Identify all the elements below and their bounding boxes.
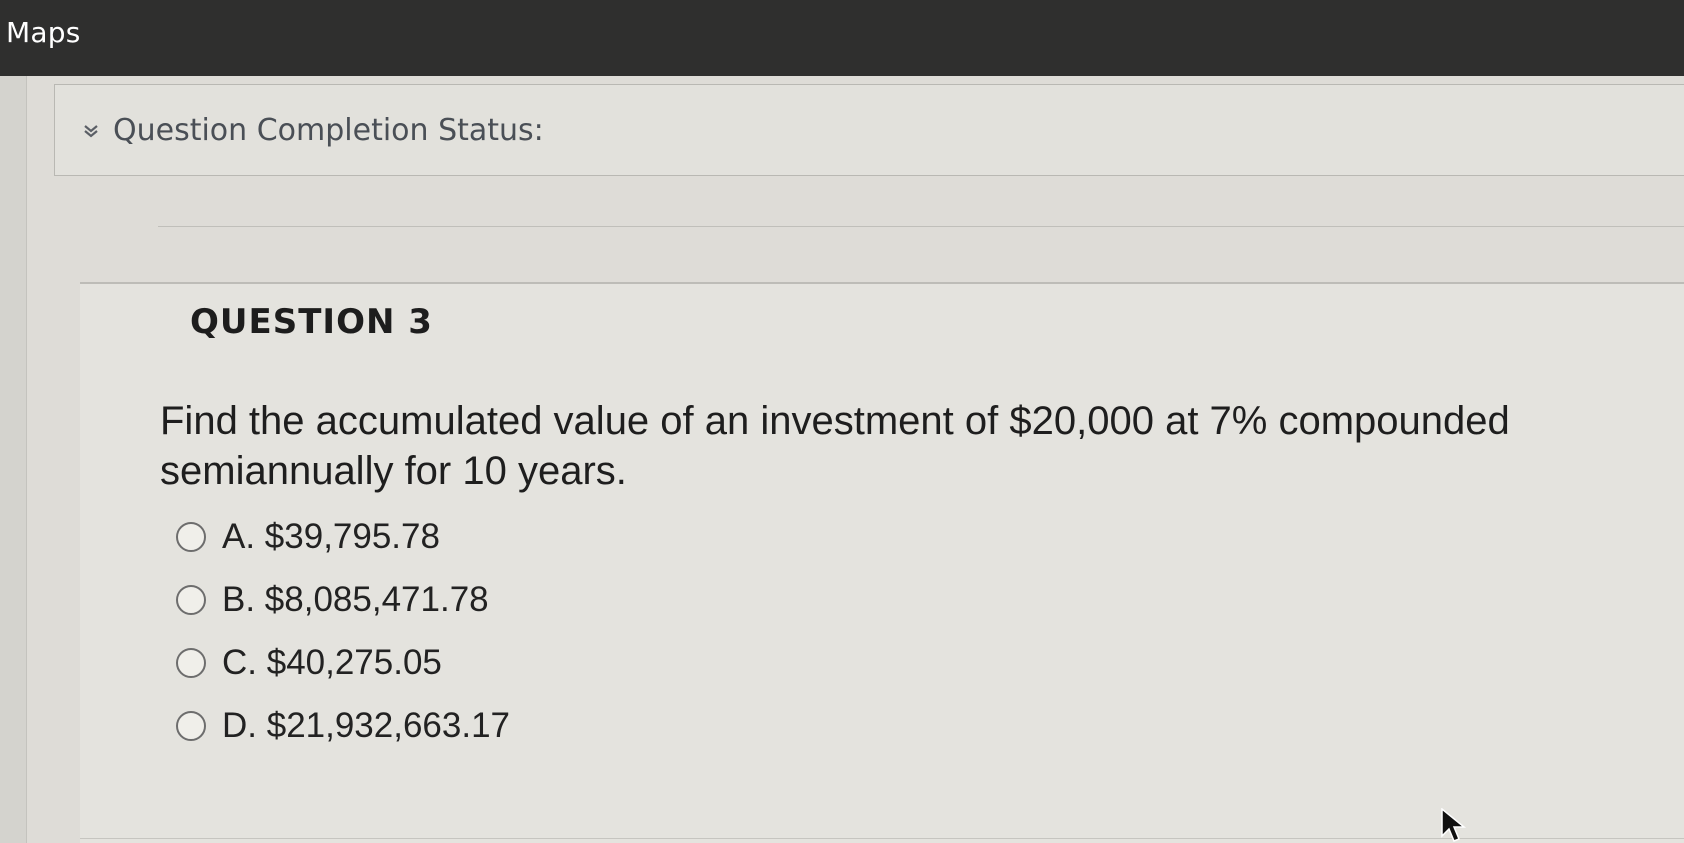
- double-chevron-down-icon: [84, 125, 98, 138]
- question-completion-status[interactable]: Question Completion Status:: [54, 84, 1684, 176]
- radio-button[interactable]: [176, 648, 206, 678]
- question-card: [80, 284, 1684, 843]
- radio-button[interactable]: [176, 711, 206, 741]
- answer-option-a[interactable]: A. $39,795.78: [176, 515, 440, 559]
- left-rail: [0, 76, 27, 843]
- option-label: A. $39,795.78: [222, 517, 440, 556]
- divider: [158, 226, 1684, 227]
- status-label: Question Completion Status:: [113, 113, 544, 148]
- window-title-bar: Maps: [0, 0, 1684, 76]
- radio-button[interactable]: [176, 585, 206, 615]
- answer-option-c[interactable]: C. $40,275.05: [176, 641, 442, 685]
- question-heading: QUESTION 3: [190, 302, 433, 342]
- answer-option-d[interactable]: D. $21,932,663.17: [176, 704, 510, 748]
- option-label: D. $21,932,663.17: [222, 706, 511, 745]
- answer-option-b[interactable]: B. $8,085,471.78: [176, 578, 489, 622]
- question-text: Find the accumulated value of an investm…: [160, 399, 1510, 493]
- option-label: C. $40,275.05: [222, 643, 442, 682]
- window-title: Maps: [6, 16, 81, 49]
- radio-button[interactable]: [176, 522, 206, 552]
- mouse-pointer-icon: [1441, 808, 1467, 842]
- option-label: B. $8,085,471.78: [222, 580, 489, 619]
